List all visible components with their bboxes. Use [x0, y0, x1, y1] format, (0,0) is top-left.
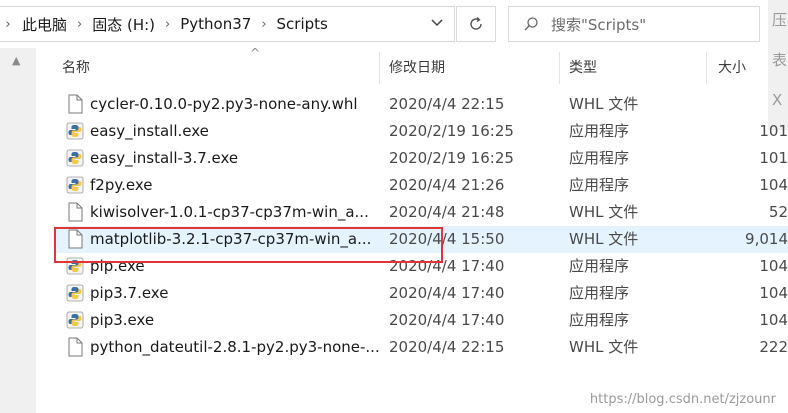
python-exe-icon	[66, 310, 84, 330]
annotation-highlight-box	[54, 227, 443, 263]
file-size: 104	[759, 176, 788, 194]
file-icon	[66, 337, 84, 357]
column-header-type[interactable]: 类型	[569, 48, 597, 88]
python-exe-icon	[66, 175, 84, 195]
file-name: f2py.exe	[90, 176, 153, 194]
file-list: cycler-0.10.0-py2.py3-none-any.whl 2020/4…	[54, 91, 788, 361]
file-type: 应用程序	[569, 257, 630, 275]
breadcrumb-this-pc[interactable]: 此电脑	[16, 14, 73, 35]
file-icon	[66, 94, 84, 114]
file-date: 2020/4/4 21:26	[389, 176, 505, 194]
file-icon	[66, 202, 84, 222]
chevron-right-icon[interactable]: ›	[161, 17, 174, 32]
vertical-scrollbar[interactable]: ▲	[0, 48, 36, 413]
file-date: 2020/2/19 16:25	[389, 149, 514, 167]
file-name: python_dateutil-2.8.1-py2.py3-none-...	[90, 338, 380, 356]
file-name: easy_install-3.7.exe	[90, 149, 239, 167]
column-header-date[interactable]: 修改日期	[389, 48, 445, 88]
address-bar[interactable]: › 此电脑 › 固态 (H:) › Python37 › Scripts	[0, 6, 455, 42]
breadcrumb-drive[interactable]: 固态 (H:)	[86, 14, 161, 35]
file-size: 9,014	[745, 230, 788, 248]
watermark: https://blog.csdn.net/zjzounr	[589, 392, 776, 407]
file-date: 2020/4/4 21:48	[389, 203, 505, 221]
file-row[interactable]: pip3.7.exe 2020/4/4 17:40 应用程序 104	[54, 280, 788, 307]
toolbar: › 此电脑 › 固态 (H:) › Python37 › Scripts 搜索"…	[0, 0, 788, 130]
file-row[interactable]: pip3.exe 2020/4/4 17:40 应用程序 104	[54, 307, 788, 334]
file-row[interactable]: easy_install.exe 2020/2/19 16:25 应用程序 101	[54, 118, 788, 145]
file-size: 104	[759, 257, 788, 275]
file-type: 应用程序	[569, 176, 630, 194]
file-row[interactable]: easy_install-3.7.exe 2020/2/19 16:25 应用程序 1…	[54, 145, 788, 172]
breadcrumb-python37[interactable]: Python37	[174, 15, 257, 33]
file-date: 2020/2/19 16:25	[389, 122, 514, 140]
file-type: 应用程序	[569, 122, 630, 140]
column-header-size[interactable]: 大小	[718, 48, 746, 88]
file-type: WHL 文件	[569, 95, 639, 113]
file-type: WHL 文件	[569, 230, 639, 248]
file-size: 101	[759, 149, 788, 167]
file-date: 2020/4/4 22:15	[389, 95, 505, 113]
file-size: 101	[759, 122, 788, 140]
column-divider[interactable]	[706, 52, 707, 84]
file-type: 应用程序	[569, 149, 630, 167]
side-fragment-text: 压	[772, 11, 788, 29]
file-row[interactable]: python_dateutil-2.8.1-py2.py3-none-... 20…	[54, 334, 788, 361]
file-name: easy_install.exe	[90, 122, 209, 140]
chevron-right-icon[interactable]: ›	[73, 17, 86, 32]
scroll-up-arrow-icon[interactable]: ▲	[12, 54, 20, 67]
file-row[interactable]: kiwisolver-1.0.1-cp37-cp37m-win_a... 2020…	[54, 199, 788, 226]
file-name: pip3.7.exe	[90, 284, 169, 302]
python-exe-icon	[66, 148, 84, 168]
column-divider[interactable]	[379, 52, 380, 84]
file-row[interactable]: cycler-0.10.0-py2.py3-none-any.whl 2020/4…	[54, 91, 788, 118]
refresh-button[interactable]	[456, 6, 496, 42]
column-header-row: ^ 名称 修改日期 类型 大小	[36, 46, 788, 88]
file-type: WHL 文件	[569, 203, 639, 221]
file-date: 2020/4/4 22:15	[389, 338, 505, 356]
file-size: 222	[759, 338, 788, 356]
chevron-right-icon: ›	[5, 16, 11, 32]
file-name: kiwisolver-1.0.1-cp37-cp37m-win_a...	[90, 203, 369, 221]
chevron-right-icon[interactable]: ›	[257, 17, 270, 32]
file-type: 应用程序	[569, 311, 630, 329]
search-icon	[524, 17, 538, 31]
file-type: WHL 文件	[569, 338, 639, 356]
file-name: cycler-0.10.0-py2.py3-none-any.whl	[90, 95, 358, 113]
file-size: 52	[768, 203, 788, 221]
file-type: 应用程序	[569, 284, 630, 302]
refresh-icon	[470, 16, 482, 30]
file-size: 104	[759, 311, 788, 329]
column-divider[interactable]	[559, 52, 560, 84]
sort-ascending-icon: ^	[250, 46, 261, 60]
column-header-name[interactable]: 名称	[62, 48, 90, 88]
search-box[interactable]: 搜索"Scripts"	[508, 6, 760, 42]
file-size: 104	[759, 284, 788, 302]
search-input[interactable]: 搜索"Scripts"	[551, 14, 646, 35]
file-date: 2020/4/4 17:40	[389, 311, 505, 329]
chevron-down-icon[interactable]	[430, 15, 444, 33]
file-date: 2020/4/4 17:40	[389, 284, 505, 302]
python-exe-icon	[66, 121, 84, 141]
breadcrumb-scripts[interactable]: Scripts	[271, 15, 334, 33]
file-name: pip3.exe	[90, 311, 155, 329]
python-exe-icon	[66, 283, 84, 303]
file-row[interactable]: f2py.exe 2020/4/4 21:26 应用程序 104	[54, 172, 788, 199]
